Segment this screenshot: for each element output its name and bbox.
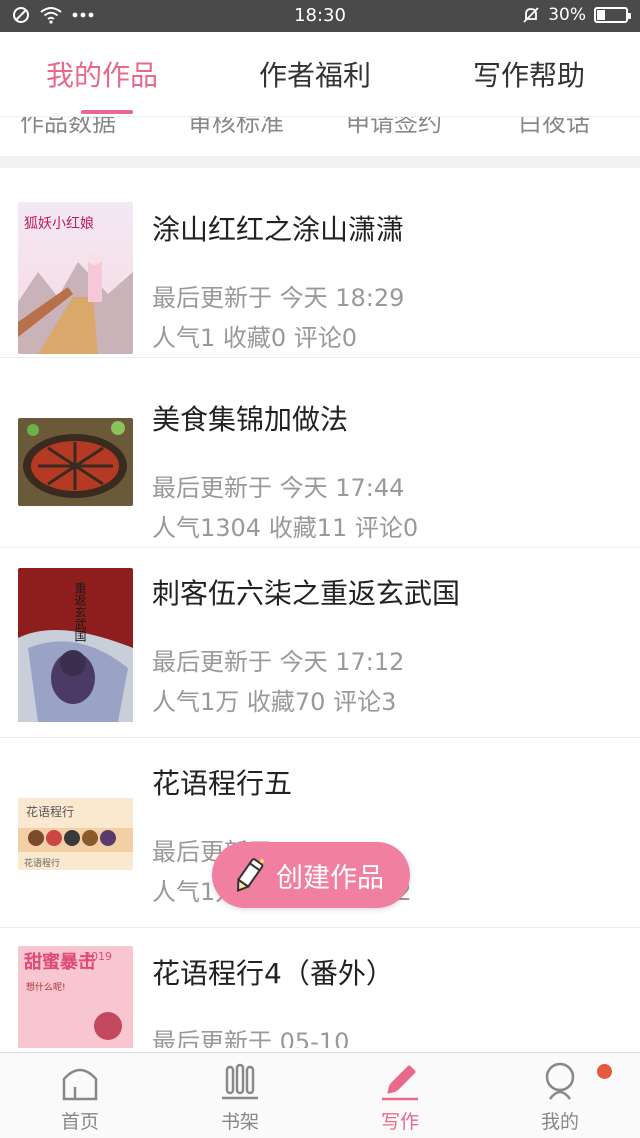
tab-author-benefits[interactable]: 作者福利 [259, 54, 371, 94]
bottom-nav: 首页 书架 写作 我的 [0, 1052, 640, 1138]
shortcut-label[interactable]: 审核标准 [188, 117, 284, 138]
work-item[interactable]: 美食集锦加做法 最后更新于 今天 17:44 人气1304 收藏11 评论0 [0, 358, 640, 548]
work-item[interactable]: 重返玄武国 刺客伍六柒之重返玄武国 最后更新于 今天 17:12 人气1万 收藏… [0, 548, 640, 738]
top-tab-bar: 我的作品 作者福利 写作帮助 [0, 32, 640, 116]
shortcut-label[interactable]: 白夜话 [518, 117, 590, 138]
profile-icon [545, 1062, 575, 1100]
work-title: 美食集锦加做法 [152, 403, 349, 436]
nav-home-label: 首页 [60, 1111, 99, 1133]
work-cover [18, 418, 133, 506]
work-title: 花语程行五 [152, 767, 293, 800]
work-item[interactable]: 狐妖小红娘 涂山红红之涂山潇潇 最后更新于 今天 18:29 人气1 收藏0 评… [0, 168, 640, 358]
status-bar: 18:30 30% [0, 0, 640, 32]
nav-home[interactable]: 首页 [30, 1061, 130, 1134]
work-cover: 花语程行 花语程行 [18, 798, 133, 870]
cover-small-text: 想什么呢! [26, 981, 66, 993]
nav-profile[interactable]: 我的 [510, 1061, 610, 1134]
pencil-icon [382, 1065, 418, 1101]
tab-my-works[interactable]: 我的作品 [46, 54, 158, 94]
status-icons-right: 30% [522, 5, 631, 25]
shortcut-label[interactable]: 作品数据 [20, 117, 116, 138]
create-work-label: 创建作品 [276, 862, 384, 894]
shortcut-label[interactable]: 申请签约 [346, 117, 442, 138]
nav-write-label: 写作 [380, 1111, 419, 1133]
section-divider [0, 156, 640, 168]
battery-percent: 30% [548, 5, 586, 25]
work-title: 花语程行4（番外） [152, 957, 394, 990]
work-updated: 最后更新于 今天 18:29 [152, 284, 405, 312]
nav-bookshelf-label: 书架 [220, 1111, 259, 1133]
cover-bottom-text: 花语程行 [24, 857, 60, 869]
work-item[interactable]: 甜蜜暴击 2019 想什么呢! 花语程行4（番外） 最后更新于 05-10 [0, 928, 640, 1048]
scrolled-shortcut-row: 作品数据 审核标准 申请签约 白夜话 [0, 116, 640, 156]
works-list: 狐妖小红娘 涂山红红之涂山潇潇 最后更新于 今天 18:29 人气1 收藏0 评… [0, 168, 640, 1048]
work-stats: 人气1万 收藏70 评论3 [152, 688, 397, 716]
create-work-button[interactable]: 创建作品 [212, 842, 410, 908]
mute-bell-icon [523, 7, 539, 23]
battery-level [597, 10, 606, 20]
work-stats: 人气1 收藏0 评论0 [152, 324, 358, 352]
work-cover: 甜蜜暴击 2019 想什么呢! [18, 946, 133, 1048]
active-tab-indicator [81, 110, 133, 114]
work-stats: 人气1304 收藏11 评论0 [152, 514, 419, 542]
work-title: 涂山红红之涂山潇潇 [152, 213, 405, 246]
cover-logo-text: 狐妖小红娘 [24, 216, 94, 232]
cover-vertical-text: 重返玄武国 [73, 582, 87, 642]
notification-badge [597, 1064, 612, 1079]
pencil-icon [237, 858, 264, 893]
cover-top-text: 花语程行 [26, 804, 74, 819]
nav-bookshelf[interactable]: 书架 [190, 1061, 290, 1134]
nav-profile-label: 我的 [540, 1111, 579, 1133]
home-icon [62, 1068, 98, 1101]
tab-writing-help[interactable]: 写作帮助 [473, 54, 585, 94]
work-title: 刺客伍六柒之重返玄武国 [152, 577, 461, 610]
work-updated: 最后更新于 05-10 [152, 1028, 350, 1048]
cover-year: 2019 [84, 950, 112, 963]
bookshelf-icon [222, 1063, 258, 1100]
work-updated: 最后更新于 今天 17:44 [152, 474, 405, 502]
battery-icon [594, 7, 631, 23]
work-cover: 重返玄武国 [18, 568, 133, 722]
nav-write[interactable]: 写作 [350, 1061, 450, 1134]
work-cover: 狐妖小红娘 [18, 202, 133, 354]
work-updated: 最后更新于 今天 17:12 [152, 648, 405, 676]
